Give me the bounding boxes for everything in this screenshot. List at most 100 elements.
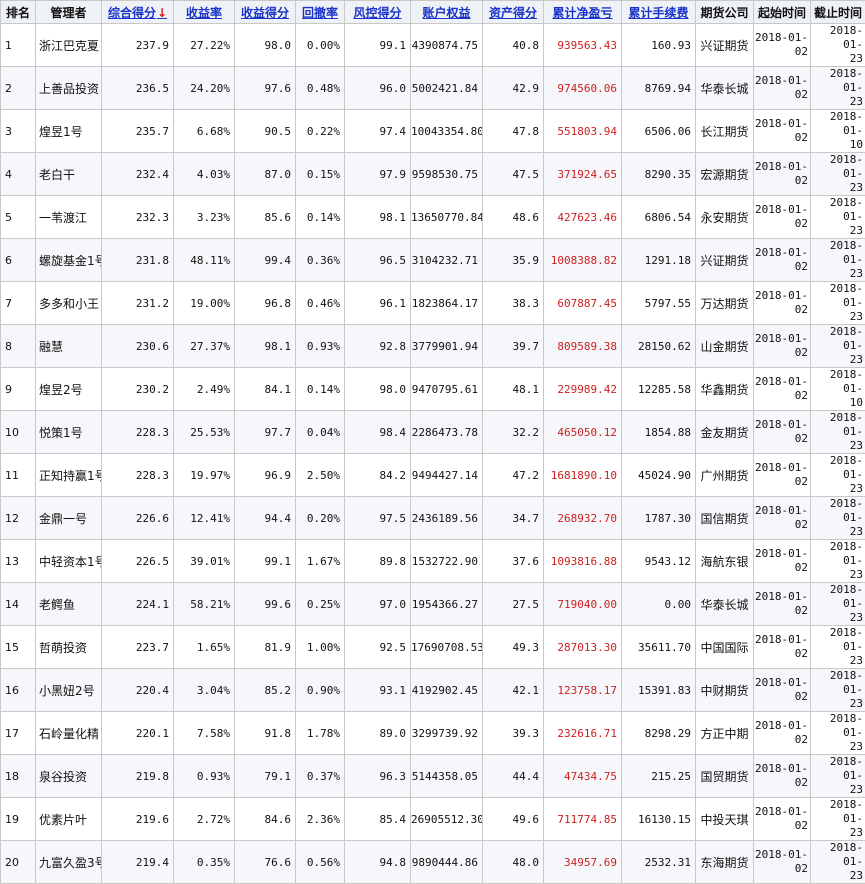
asset-score-cell: 49.6 — [483, 798, 544, 841]
end-time-line-2: 23 — [811, 95, 863, 109]
risk-score-cell: 96.3 — [345, 755, 411, 798]
fee-cell: 45024.90 — [622, 454, 696, 497]
manager-name-cell[interactable]: 泉谷投资 — [36, 755, 102, 798]
equity-cell: 5144358.05 — [411, 755, 483, 798]
return-rate-cell: 27.22% — [174, 24, 235, 67]
start-time-line-1: 2018-01- — [754, 332, 808, 346]
return-score-cell: 96.8 — [235, 282, 296, 325]
header-drawdown[interactable]: 回撤率 — [296, 1, 345, 24]
manager-name-cell[interactable]: 上善品投资 — [36, 67, 102, 110]
end-time-line-2: 23 — [811, 224, 863, 238]
rank-cell: 16 — [1, 669, 36, 712]
manager-name-cell[interactable]: 煌昱2号 — [36, 368, 102, 411]
manager-name-cell[interactable]: 多多和小王 — [36, 282, 102, 325]
fee-cell: 160.93 — [622, 24, 696, 67]
asset-score-cell: 42.1 — [483, 669, 544, 712]
return-rate-cell: 27.37% — [174, 325, 235, 368]
header-row: 排名 管理者 综合得分↓ 收益率 收益得分 回撤率 风控得分 账户权益 资产得分… — [1, 1, 865, 24]
manager-name-cell[interactable]: 正知持赢1号 — [36, 454, 102, 497]
header-start-time: 起始时间 — [754, 1, 811, 24]
table-row: 4 老白干 232.4 4.03% 87.0 0.15% 97.9 959853… — [1, 153, 865, 196]
fee-cell: 8290.35 — [622, 153, 696, 196]
header-fee[interactable]: 累计手续费 — [622, 1, 696, 24]
end-time-line-2: 23 — [811, 697, 863, 711]
header-return-score[interactable]: 收益得分 — [235, 1, 296, 24]
return-score-cell: 98.1 — [235, 325, 296, 368]
manager-name-cell[interactable]: 煌昱1号 — [36, 110, 102, 153]
net-pnl-cell: 229989.42 — [544, 368, 622, 411]
manager-name-cell[interactable]: 浙江巴克夏 — [36, 24, 102, 67]
start-time-line-1: 2018-01- — [754, 762, 808, 776]
ranking-rows: 1 浙江巴克夏 237.9 27.22% 98.0 0.00% 99.1 439… — [1, 24, 865, 884]
start-time-cell: 2018-01-02 — [754, 626, 811, 669]
manager-name-cell[interactable]: 老白干 — [36, 153, 102, 196]
end-time-line-2: 23 — [811, 611, 863, 625]
equity-cell: 10043354.80 — [411, 110, 483, 153]
fee-cell: 1291.18 — [622, 239, 696, 282]
composite-score-cell: 226.5 — [102, 540, 174, 583]
drawdown-cell: 1.67% — [296, 540, 345, 583]
manager-name-cell[interactable]: 螺旋基金1号 — [36, 239, 102, 282]
start-time-cell: 2018-01-02 — [754, 24, 811, 67]
return-rate-cell: 3.23% — [174, 196, 235, 239]
start-time-line-2: 02 — [754, 45, 808, 59]
manager-name-cell[interactable]: 中轻资本1号 — [36, 540, 102, 583]
manager-name-cell[interactable]: 老鳄鱼 — [36, 583, 102, 626]
end-time-line-2: 23 — [811, 826, 863, 840]
end-time-cell: 2018-01-23 — [811, 540, 865, 583]
company-cell: 中投天琪 — [696, 798, 754, 841]
end-time-line-1: 2018-01- — [811, 368, 863, 396]
end-time-cell: 2018-01-23 — [811, 841, 865, 884]
start-time-line-2: 02 — [754, 733, 808, 747]
manager-name-cell[interactable]: 哲萌投资 — [36, 626, 102, 669]
company-cell: 方正中期 — [696, 712, 754, 755]
return-score-cell: 81.9 — [235, 626, 296, 669]
end-time-line-1: 2018-01- — [811, 540, 863, 568]
fee-cell: 0.00 — [622, 583, 696, 626]
asset-score-cell: 42.9 — [483, 67, 544, 110]
net-pnl-cell: 1681890.10 — [544, 454, 622, 497]
start-time-line-2: 02 — [754, 690, 808, 704]
composite-score-cell: 231.8 — [102, 239, 174, 282]
header-risk-score[interactable]: 风控得分 — [345, 1, 411, 24]
return-score-cell: 87.0 — [235, 153, 296, 196]
company-cell: 金友期货 — [696, 411, 754, 454]
return-rate-cell: 58.21% — [174, 583, 235, 626]
end-time-line-1: 2018-01- — [811, 196, 863, 224]
risk-score-cell: 96.1 — [345, 282, 411, 325]
header-composite-score[interactable]: 综合得分↓ — [102, 1, 174, 24]
table-row: 7 多多和小王 231.2 19.00% 96.8 0.46% 96.1 182… — [1, 282, 865, 325]
start-time-cell: 2018-01-02 — [754, 583, 811, 626]
net-pnl-cell: 711774.85 — [544, 798, 622, 841]
manager-name-cell[interactable]: 一苇渡江 — [36, 196, 102, 239]
composite-score-cell: 235.7 — [102, 110, 174, 153]
composite-score-cell: 232.4 — [102, 153, 174, 196]
risk-score-cell: 98.4 — [345, 411, 411, 454]
net-pnl-cell: 719040.00 — [544, 583, 622, 626]
rank-cell: 18 — [1, 755, 36, 798]
header-equity[interactable]: 账户权益 — [411, 1, 483, 24]
equity-cell: 3779901.94 — [411, 325, 483, 368]
start-time-line-2: 02 — [754, 346, 808, 360]
end-time-line-1: 2018-01- — [811, 497, 863, 525]
header-asset-score[interactable]: 资产得分 — [483, 1, 544, 24]
manager-name-cell[interactable]: 小黑妞2号 — [36, 669, 102, 712]
header-return-rate[interactable]: 收益率 — [174, 1, 235, 24]
header-net-pnl[interactable]: 累计净盈亏 — [544, 1, 622, 24]
manager-name-cell[interactable]: 优素片叶 — [36, 798, 102, 841]
fee-cell: 215.25 — [622, 755, 696, 798]
rank-cell: 9 — [1, 368, 36, 411]
end-time-cell: 2018-01-23 — [811, 454, 865, 497]
table-row: 9 煌昱2号 230.2 2.49% 84.1 0.14% 98.0 94707… — [1, 368, 865, 411]
manager-name-cell[interactable]: 融慧 — [36, 325, 102, 368]
start-time-line-2: 02 — [754, 174, 808, 188]
manager-name-cell[interactable]: 悦策1号 — [36, 411, 102, 454]
return-rate-cell: 19.00% — [174, 282, 235, 325]
manager-name-cell[interactable]: 九富久盈3号 — [36, 841, 102, 884]
manager-name-cell[interactable]: 金鼎一号 — [36, 497, 102, 540]
drawdown-cell: 0.93% — [296, 325, 345, 368]
fee-cell: 12285.58 — [622, 368, 696, 411]
return-score-cell: 99.4 — [235, 239, 296, 282]
risk-score-cell: 89.8 — [345, 540, 411, 583]
manager-name-cell[interactable]: 石岭量化精 — [36, 712, 102, 755]
